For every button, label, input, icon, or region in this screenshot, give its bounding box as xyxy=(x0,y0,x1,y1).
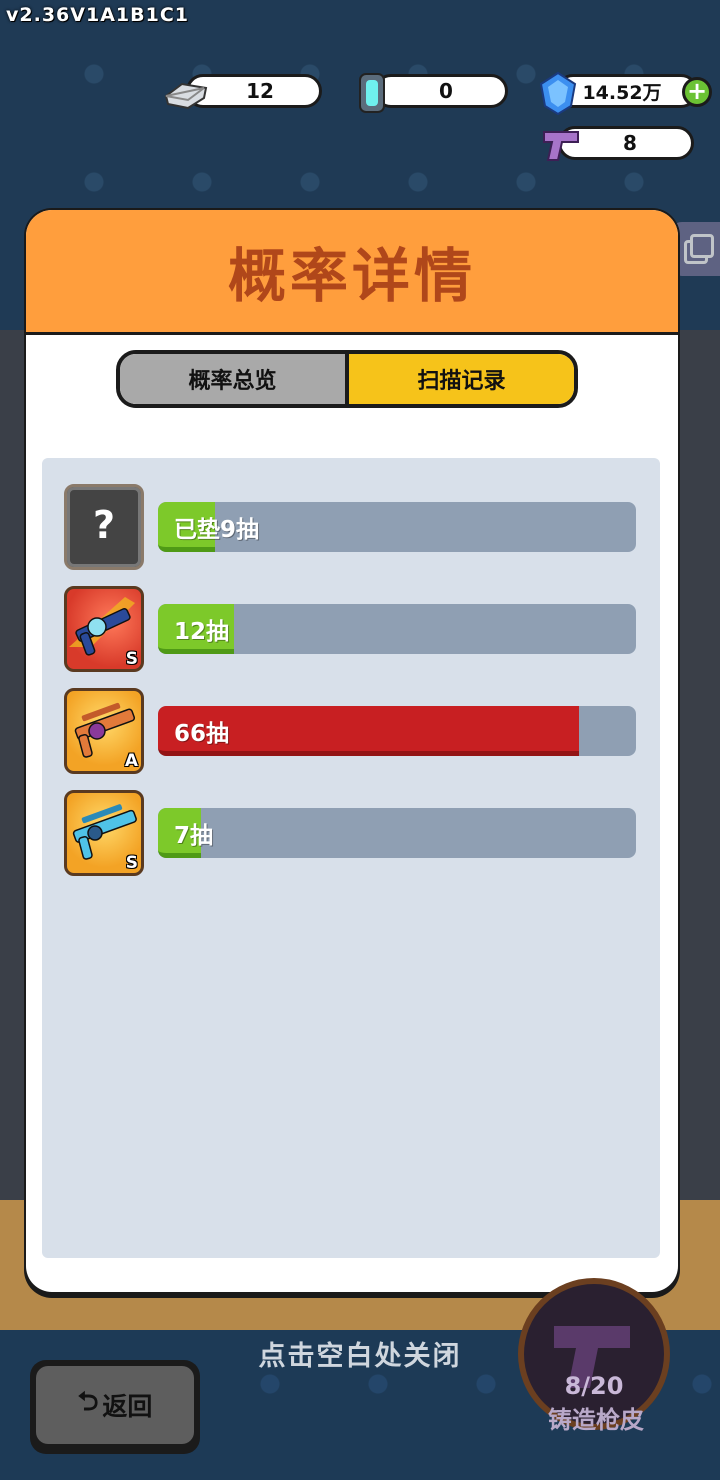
capsule-value: 0 xyxy=(439,79,453,103)
back-button[interactable]: ⮌ 返回 xyxy=(30,1360,200,1454)
probability-panel: 概率详情 概率总览 扫描记录 ? 已垫9抽 S 12抽 A 66抽 S 7抽 xyxy=(26,210,678,1292)
version-label: v2.36V1A1B1C1 xyxy=(6,4,189,26)
back-arrow-icon: ⮌ xyxy=(77,1387,99,1417)
mystery-item-icon[interactable]: ? xyxy=(64,484,144,570)
forge-label: 铸造枪皮 xyxy=(548,1406,644,1434)
rank-label: A xyxy=(124,751,138,771)
progress-bar: 12抽 xyxy=(158,604,636,654)
progress-bar: 66抽 xyxy=(158,706,636,756)
rank-label: S xyxy=(125,853,138,873)
diamond-value: 14.52万 xyxy=(582,81,662,104)
forge-count: 8/20 xyxy=(564,1372,624,1400)
tab-probability-overview[interactable]: 概率总览 xyxy=(120,354,349,404)
pull-count-label: 66抽 xyxy=(174,721,230,747)
list-item: S 12抽 xyxy=(42,586,660,676)
panel-header: 概率详情 xyxy=(26,210,678,335)
panel-title: 概率详情 xyxy=(227,242,476,310)
rifle-orange-icon[interactable]: A xyxy=(64,688,144,774)
rifle-blue-icon[interactable]: S xyxy=(64,790,144,876)
progress-bar: 已垫9抽 xyxy=(158,502,636,552)
records-list: ? 已垫9抽 S 12抽 A 66抽 S 7抽 xyxy=(42,458,660,1258)
list-item: S 7抽 xyxy=(42,790,660,880)
rank-label: S xyxy=(125,649,138,669)
capsule-icon xyxy=(359,73,385,113)
silver-ingot-icon xyxy=(164,82,208,110)
pull-count-label: 已垫9抽 xyxy=(174,517,260,543)
back-button-face: ⮌ 返回 xyxy=(36,1366,194,1444)
add-diamond-button[interactable]: + xyxy=(682,77,712,107)
diamond-icon xyxy=(539,71,577,116)
pistol-icon xyxy=(543,131,579,161)
pull-count-label: 12抽 xyxy=(174,619,230,645)
list-item: ? 已垫9抽 xyxy=(42,484,660,574)
pull-count-label: 7抽 xyxy=(174,823,214,849)
rifle-red-icon[interactable]: S xyxy=(64,586,144,672)
capsule-counter: 0 xyxy=(374,74,508,108)
tab-scan-records[interactable]: 扫描记录 xyxy=(349,354,574,404)
tab-bar: 概率总览 扫描记录 xyxy=(116,350,578,408)
back-label: 返回 xyxy=(102,1392,153,1421)
progress-bar: 7抽 xyxy=(158,808,636,858)
list-item: A 66抽 xyxy=(42,688,660,778)
